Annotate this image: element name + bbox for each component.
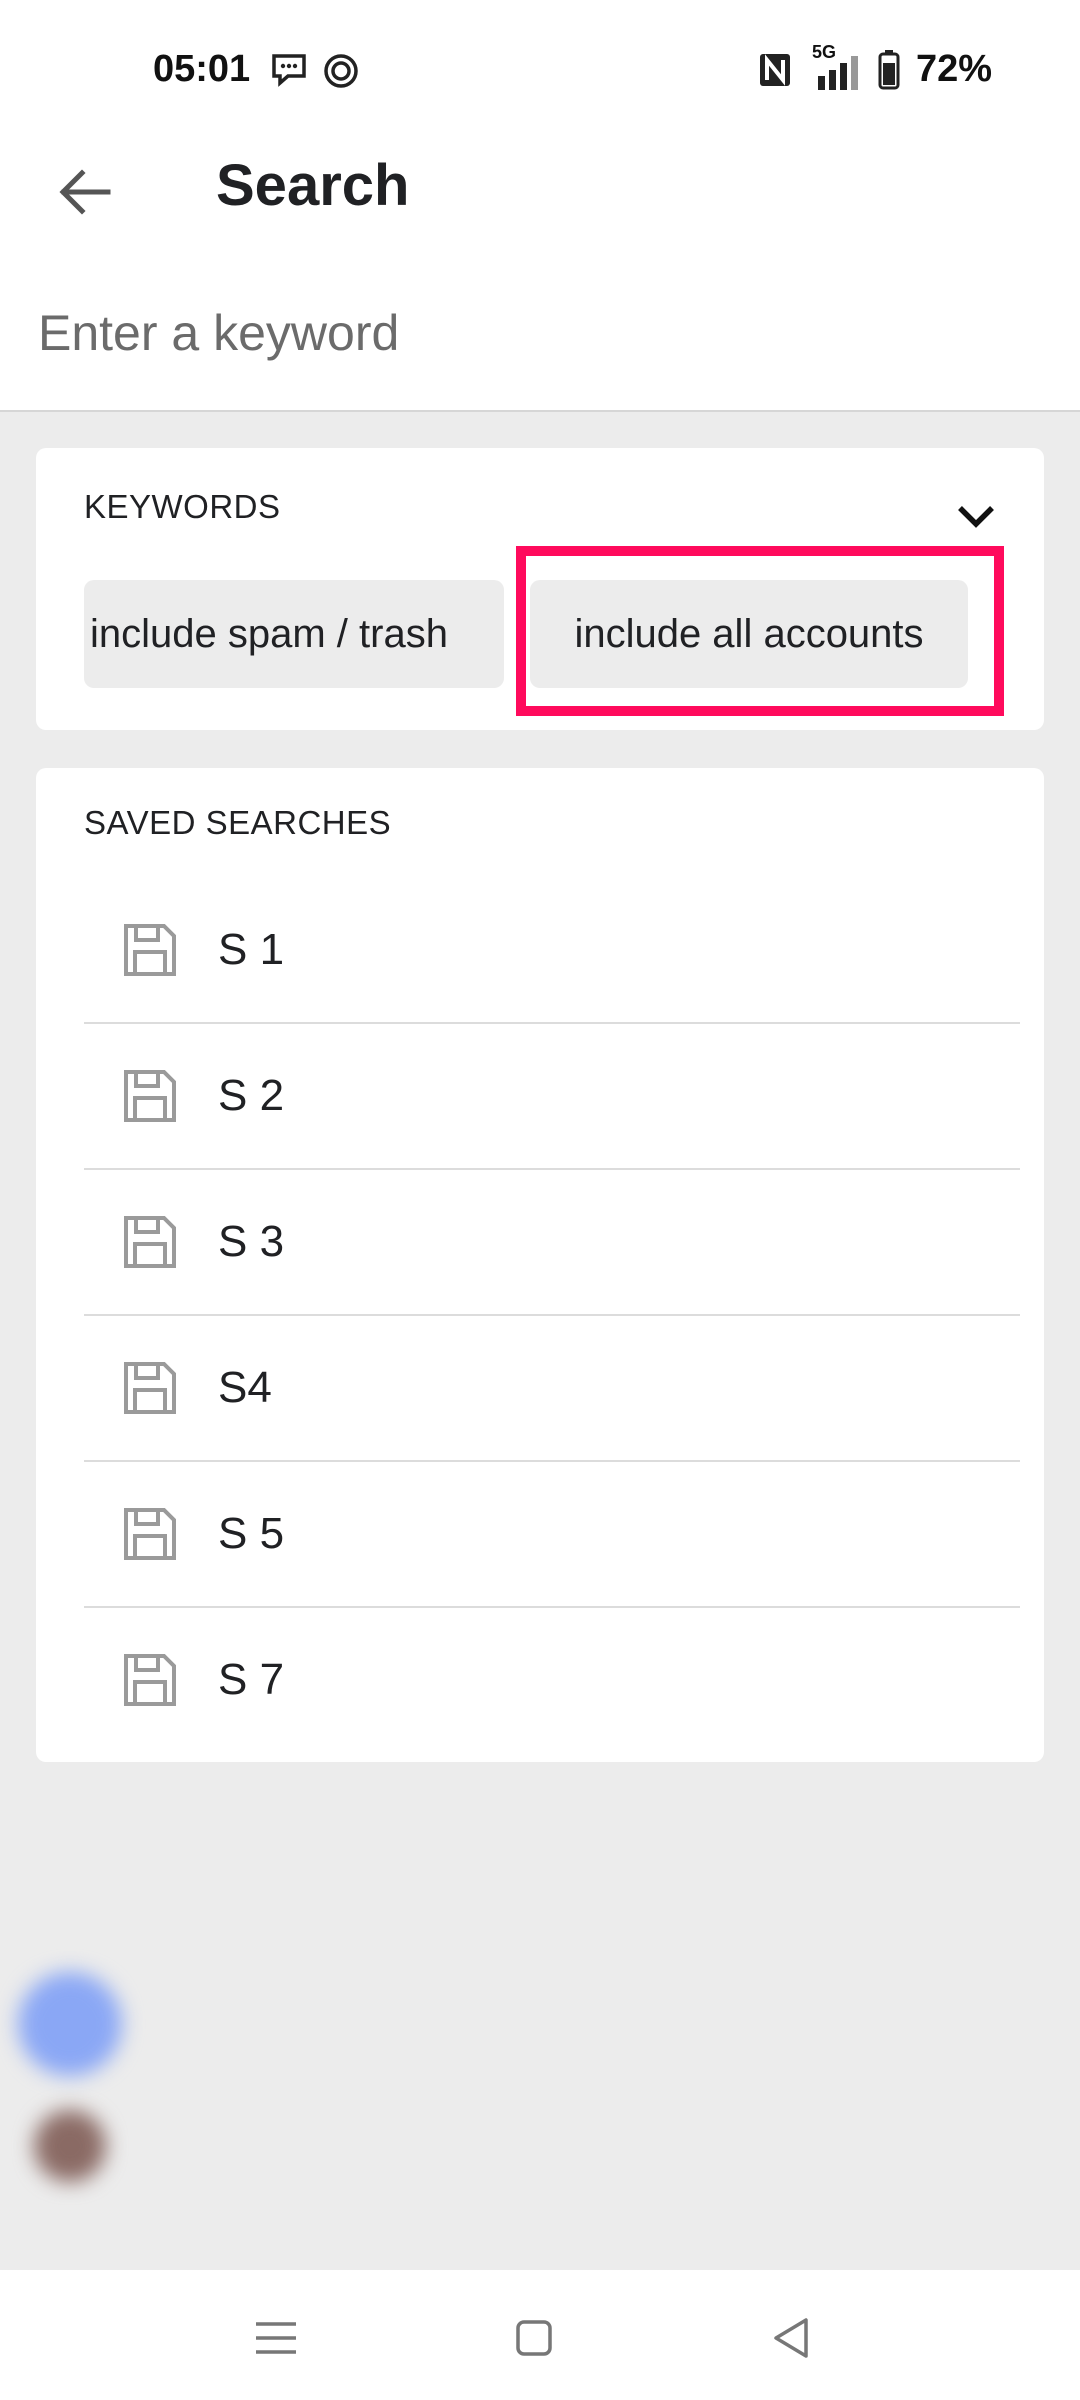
chevron-down-icon[interactable] [950, 490, 1002, 542]
arrow-left-icon [59, 169, 111, 215]
signal-icon [817, 55, 858, 90]
saved-search-item[interactable]: S 3 [84, 1170, 1020, 1316]
include-spam-trash-chip[interactable]: include spam / trash [84, 580, 504, 688]
saved-search-label: S 1 [218, 925, 285, 974]
status-right: 5G 72% [758, 42, 992, 91]
saved-search-label: S 2 [218, 1071, 285, 1120]
floppy-disk-icon [124, 1654, 176, 1706]
saved-searches-title: SAVED SEARCHES [84, 804, 392, 841]
floating-bubble-avatar[interactable] [34, 2110, 106, 2182]
floating-bubble-blue[interactable] [18, 1972, 122, 2076]
home-square-icon[interactable] [506, 2310, 562, 2366]
back-triangle-icon[interactable] [764, 2310, 820, 2366]
keywords-title: KEYWORDS [84, 488, 281, 525]
sync-icon [324, 54, 358, 88]
signal-group: 5G [808, 42, 862, 90]
saved-search-item[interactable]: S4 [84, 1316, 1020, 1462]
battery-icon [878, 49, 900, 89]
saved-search-item[interactable]: S 1 [84, 878, 1020, 1024]
menu-icon[interactable] [248, 2310, 304, 2366]
saved-search-label: S 7 [218, 1655, 285, 1704]
saved-search-label: S 3 [218, 1217, 285, 1266]
saved-search-item[interactable]: S 5 [84, 1462, 1020, 1608]
status-time: 05:01 [153, 48, 251, 90]
saved-search-item[interactable]: S 2 [84, 1024, 1020, 1170]
status-bar: 05:01 5G 72% [0, 0, 1080, 120]
chat-notification-icon [272, 54, 306, 87]
nfc-icon [759, 53, 790, 86]
floppy-disk-icon [124, 1216, 176, 1268]
battery-percent: 72% [915, 48, 992, 90]
highlight-box [516, 546, 1004, 716]
saved-searches-card: SAVED SEARCHES S 1 S 2 S 3 S4 S 5 S 7 [36, 768, 1044, 1762]
navigation-bar [0, 2270, 1080, 2400]
saved-searches-list: S 1 S 2 S 3 S4 S 5 S 7 [84, 878, 1020, 1752]
floppy-disk-icon [124, 1362, 176, 1414]
floppy-disk-icon [124, 924, 176, 976]
floppy-disk-icon [124, 1070, 176, 1122]
search-input[interactable] [36, 292, 1040, 374]
saved-search-item[interactable]: S 7 [84, 1608, 1020, 1752]
page-title: Search [216, 153, 410, 218]
floppy-disk-icon [124, 1508, 176, 1560]
back-button[interactable] [48, 156, 120, 228]
chip-label: include spam / trash [90, 611, 448, 656]
saved-search-label: S 5 [218, 1509, 285, 1558]
app-header: Search [0, 120, 1080, 412]
saved-search-label: S4 [218, 1363, 272, 1412]
